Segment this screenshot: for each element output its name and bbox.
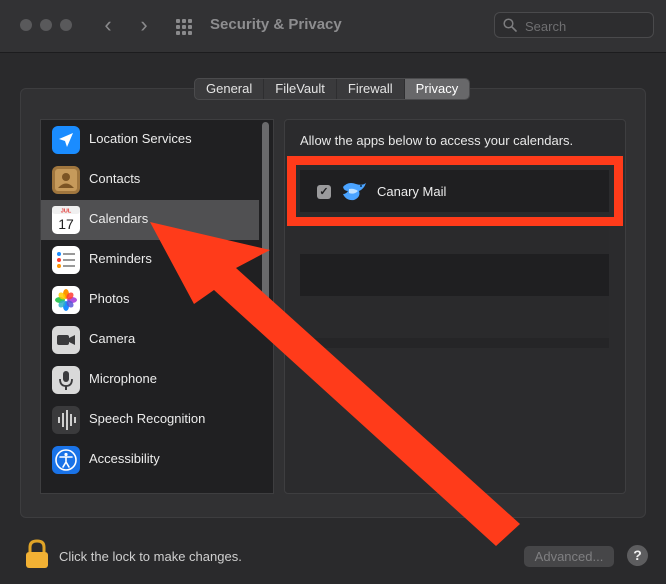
sidebar-item-camera[interactable]: Camera	[41, 320, 259, 360]
forward-chevron-icon[interactable]: ›	[132, 12, 156, 38]
advanced-button[interactable]: Advanced...	[524, 546, 614, 567]
sidebar-item-accessibility[interactable]: Accessibility	[41, 440, 259, 480]
tab-bar: General FileVault Firewall Privacy	[194, 78, 471, 100]
contacts-book-icon	[52, 166, 80, 194]
calendar-day-text: 17	[58, 216, 74, 232]
sidebar-item-photos[interactable]: Photos	[41, 280, 259, 320]
sidebar-item-label: Microphone	[89, 371, 157, 386]
sidebar-item-label: Photos	[89, 291, 130, 306]
sidebar-item-label: Accessibility	[89, 451, 160, 466]
sidebar-item-reminders[interactable]: Reminders	[41, 240, 259, 280]
app-row-canary-mail[interactable]: ✓ Canary Mail	[300, 170, 609, 212]
window-title: Security & Privacy	[210, 16, 342, 33]
help-button[interactable]: ?	[627, 545, 648, 566]
tab-firewall[interactable]: Firewall	[337, 79, 405, 99]
sidebar-item-label: Camera	[89, 331, 136, 346]
sidebar-item-label: Reminders	[89, 251, 152, 266]
sidebar-item-label: Speech Recognition	[89, 411, 206, 426]
waveform-icon	[52, 406, 80, 434]
accessibility-person-icon	[52, 446, 80, 474]
zoom-window-button[interactable]	[60, 19, 72, 31]
empty-list-row	[300, 296, 609, 338]
lock-icon[interactable]	[24, 538, 50, 570]
privacy-category-list[interactable]: Location Services Contacts JUL 17 Calend…	[40, 119, 274, 494]
search-icon	[503, 18, 517, 32]
app-name: Canary Mail	[377, 184, 447, 199]
sidebar-item-location-services[interactable]: Location Services	[41, 120, 259, 160]
photos-flower-icon	[52, 286, 80, 314]
title-bar: ‹ › Security & Privacy	[0, 0, 666, 53]
security-privacy-window: ‹ › Security & Privacy General FileVault…	[0, 0, 666, 584]
tab-filevault[interactable]: FileVault	[264, 79, 337, 99]
sidebar-item-microphone[interactable]: Microphone	[41, 360, 259, 400]
close-window-button[interactable]	[20, 19, 32, 31]
tab-privacy[interactable]: Privacy	[404, 79, 470, 99]
tab-general[interactable]: General	[195, 79, 265, 99]
sidebar-item-label: Location Services	[89, 131, 192, 146]
camera-icon	[52, 326, 80, 354]
calendar-month-text: JUL	[61, 209, 72, 215]
minimize-window-button[interactable]	[40, 19, 52, 31]
sidebar-item-calendars[interactable]: JUL 17 Calendars	[41, 200, 259, 240]
microphone-icon	[52, 366, 80, 394]
show-all-grid-icon[interactable]	[174, 16, 196, 38]
back-chevron-icon[interactable]: ‹	[96, 12, 120, 38]
calendar-icon: JUL 17	[52, 206, 80, 234]
location-arrow-icon	[52, 126, 80, 154]
sidebar-item-label: Calendars	[89, 211, 149, 226]
lock-instructions: Click the lock to make changes.	[59, 549, 242, 564]
search-input[interactable]	[523, 16, 647, 36]
sidebar-item-contacts[interactable]: Contacts	[41, 160, 259, 200]
sidebar-item-label: Contacts	[89, 171, 141, 186]
canary-mail-checkbox[interactable]: ✓	[317, 185, 331, 199]
reminders-list-icon	[52, 246, 80, 274]
sidebar-scrollbar[interactable]	[262, 122, 269, 302]
permissions-prompt: Allow the apps below to access your cale…	[300, 133, 574, 148]
search-field[interactable]	[494, 12, 654, 38]
empty-list-row	[300, 212, 609, 254]
canary-bird-icon	[343, 183, 366, 201]
sidebar-item-speech-recognition[interactable]: Speech Recognition	[41, 400, 259, 440]
empty-list-row	[300, 254, 609, 296]
